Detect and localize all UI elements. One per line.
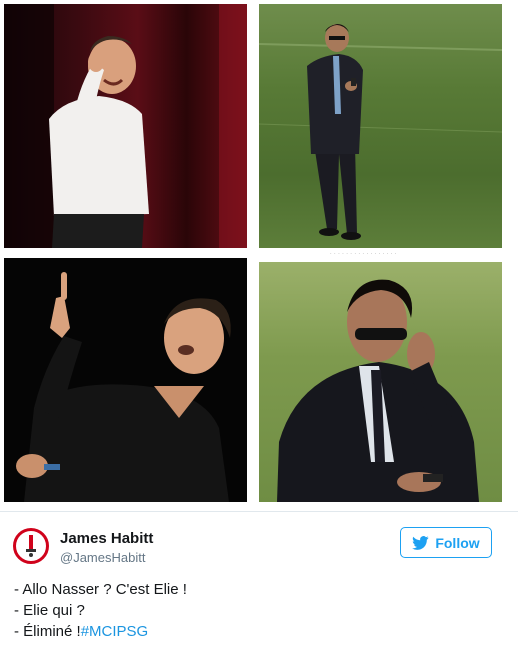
avatar[interactable] — [13, 528, 49, 564]
follow-label: Follow — [435, 534, 480, 551]
tweet-line-text: - Éliminé ! — [14, 623, 81, 640]
comedian-on-phone-photo[interactable] — [4, 4, 247, 248]
author-name[interactable]: James Habitt — [60, 530, 153, 547]
tweet-line: - Allo Nasser ? C'est Elie ! — [14, 581, 187, 598]
follow-button[interactable]: Follow — [400, 527, 492, 558]
hashtag-link[interactable]: #MCIPSG — [81, 623, 149, 640]
man-sunglasses-phone-photo[interactable]: ✕ — [259, 262, 502, 502]
comedian-pointing-photo[interactable] — [4, 258, 247, 502]
twitter-bird-icon — [412, 535, 429, 550]
section-divider — [0, 511, 518, 512]
image-caption-strip: · · · · · · · · · · · · · · · · · — [330, 251, 398, 257]
man-walking-pitch-photo[interactable] — [259, 4, 502, 248]
author-handle[interactable]: @JamesHabitt — [60, 550, 145, 565]
photo-grid: · · · · · · · · · · · · · · · · · — [0, 0, 518, 512]
tweet-line: - Éliminé !#MCIPSG — [14, 621, 187, 642]
tweet-text: - Allo Nasser ? C'est Elie ! - Elie qui … — [14, 579, 187, 642]
avatar-image — [18, 533, 44, 559]
tweet-line: - Elie qui ? — [14, 602, 85, 619]
